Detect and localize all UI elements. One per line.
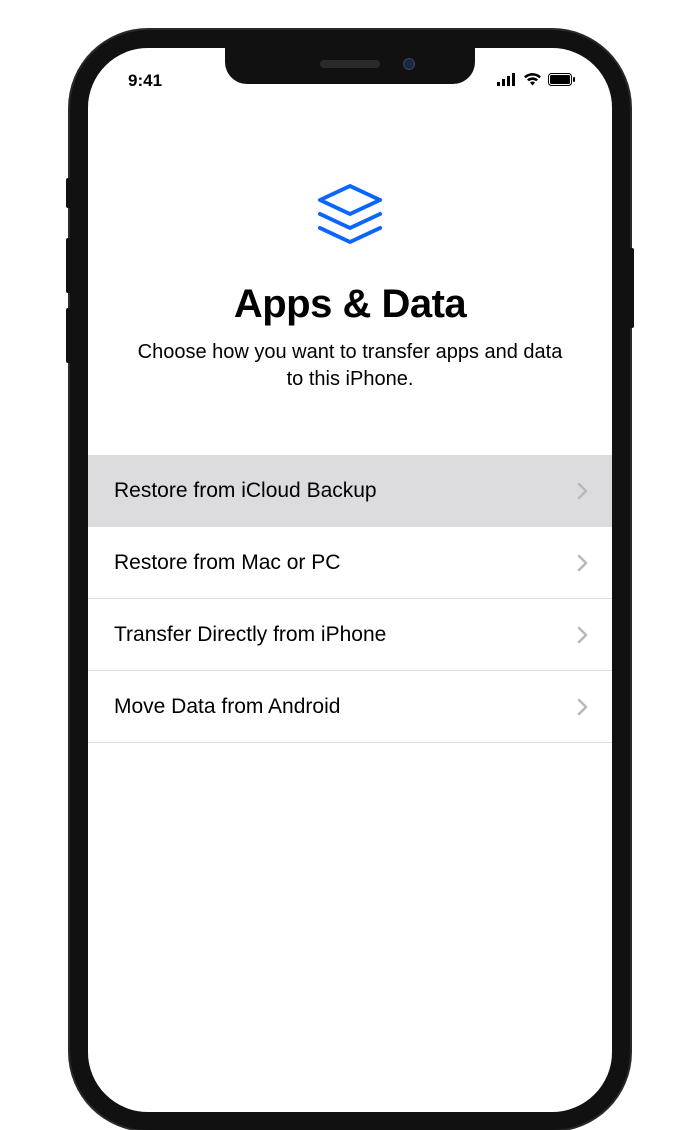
option-transfer-iphone[interactable]: Transfer Directly from iPhone [88,599,612,671]
apps-data-icon [88,176,612,256]
page-title: Apps & Data [88,282,612,327]
mute-switch [66,178,72,208]
option-restore-icloud[interactable]: Restore from iCloud Backup [88,455,612,527]
battery-icon [548,71,576,91]
front-camera [403,58,415,70]
option-label: Restore from Mac or PC [114,551,340,575]
option-label: Move Data from Android [114,695,340,719]
power-button [628,248,634,328]
chevron-right-icon [577,482,588,500]
speaker-grille [320,60,380,68]
notch [225,44,475,84]
option-move-android[interactable]: Move Data from Android [88,671,612,743]
option-restore-mac-pc[interactable]: Restore from Mac or PC [88,527,612,599]
wifi-icon [523,71,542,91]
option-label: Transfer Directly from iPhone [114,623,386,647]
setup-content: Apps & Data Choose how you want to trans… [88,98,612,743]
volume-down-button [66,308,72,363]
chevron-right-icon [577,554,588,572]
cellular-icon [497,71,517,91]
volume-up-button [66,238,72,293]
phone-frame: 9:41 Apps & Data [70,30,630,1130]
status-indicators [497,71,584,91]
screen: 9:41 Apps & Data [88,48,612,1112]
options-list: Restore from iCloud Backup Restore from … [88,455,612,743]
chevron-right-icon [577,626,588,644]
chevron-right-icon [577,698,588,716]
page-subtitle: Choose how you want to transfer apps and… [88,339,612,393]
status-time: 9:41 [116,71,162,91]
option-label: Restore from iCloud Backup [114,479,377,503]
